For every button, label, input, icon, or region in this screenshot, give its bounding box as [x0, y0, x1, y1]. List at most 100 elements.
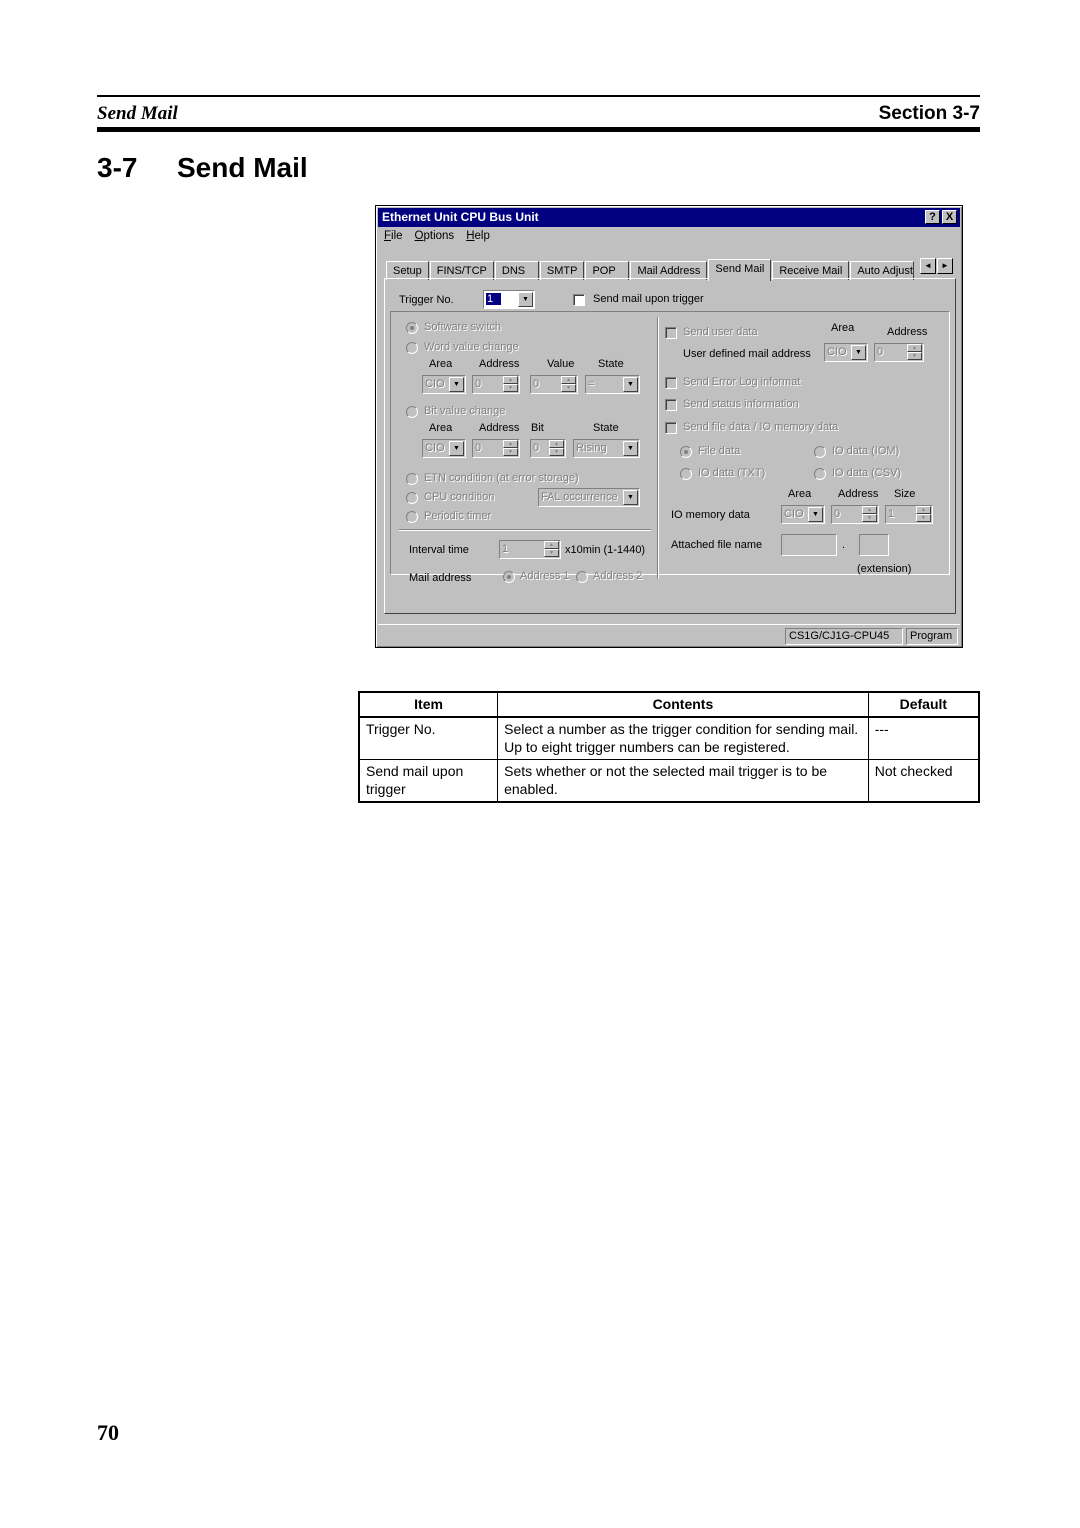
help-button[interactable]: ?	[925, 210, 940, 224]
section-heading: 3-7 Send Mail	[97, 152, 308, 184]
chevron-down-icon: ▼	[518, 292, 533, 307]
spin-up-icon[interactable]: ▲	[544, 541, 559, 549]
radio-software-switch[interactable]	[406, 322, 418, 334]
user-area-select[interactable]: CIO ▼	[824, 343, 868, 362]
user-address-col: Address	[887, 326, 928, 338]
send-file-data-checkbox[interactable]	[665, 422, 677, 434]
radio-io-csv[interactable]	[814, 468, 826, 480]
word-area-value: CIO	[425, 378, 445, 390]
spin-up-icon[interactable]: ▲	[561, 376, 576, 384]
bit-address-value: 0	[475, 442, 482, 454]
radio-bit-value-change[interactable]	[406, 406, 418, 418]
col-item: Item	[358, 691, 499, 718]
trigger-settings-group: Software switch Word value change Area A…	[390, 311, 950, 584]
spin-up-icon[interactable]: ▲	[503, 376, 518, 384]
cpu-condition-select[interactable]: FAL occurrence ▼	[538, 488, 640, 507]
radio-periodic-timer[interactable]	[406, 511, 418, 523]
io-iom-label: IO data (IOM)	[832, 445, 900, 457]
radio-address-1[interactable]	[503, 571, 515, 583]
word-address-spinner[interactable]: 0 ▲ ▼	[472, 375, 520, 394]
bit-address-spinner[interactable]: 0 ▲ ▼	[472, 439, 520, 458]
trigger-no-value: 1	[484, 292, 503, 306]
interval-unit-label: x10min (1-1440)	[565, 544, 646, 556]
io-address-spinner[interactable]: 0 ▲ ▼	[831, 505, 879, 524]
bit-bit-spinner[interactable]: 0 ▲ ▼	[530, 439, 566, 458]
bit-area-col: Area	[429, 422, 453, 434]
radio-word-value-change[interactable]	[406, 342, 418, 354]
menu-options[interactable]: Options	[415, 230, 455, 242]
chevron-down-icon: ▼	[623, 441, 638, 456]
interval-time-value: 1	[502, 543, 509, 555]
bit-state-select[interactable]: Rising ▼	[573, 439, 640, 458]
spin-down-icon[interactable]: ▼	[549, 448, 564, 456]
tab-scroll-left-icon[interactable]: ◄	[920, 258, 936, 274]
page-number: 70	[97, 1420, 119, 1445]
tab-strip: Setup FINS/TCP DNS SMTP POP Mail Address…	[386, 258, 915, 281]
send-user-data-checkbox[interactable]	[665, 327, 677, 339]
io-memory-label: IO memory data	[671, 509, 750, 521]
word-state-select[interactable]: = ▼	[585, 375, 640, 394]
tab-send-mail[interactable]: Send Mail	[708, 259, 772, 281]
radio-file-data[interactable]	[680, 446, 692, 458]
spin-down-icon[interactable]: ▼	[503, 448, 518, 456]
io-area-col: Area	[788, 488, 812, 500]
address-1-label: Address 1	[520, 570, 570, 582]
radio-address-2[interactable]	[576, 571, 588, 583]
radio-io-txt[interactable]	[680, 468, 692, 480]
spin-up-icon[interactable]: ▲	[916, 506, 931, 514]
menu-file[interactable]: File	[384, 230, 403, 242]
spin-down-icon[interactable]: ▼	[561, 384, 576, 392]
send-mail-panel: Trigger No. 1 ▼ Send mail upon trigger S…	[384, 278, 956, 614]
close-button[interactable]: X	[942, 210, 957, 224]
table-row: Send mail upon trigger Sets whether or n…	[358, 759, 980, 803]
word-value-spinner[interactable]: 0 ▲ ▼	[530, 375, 578, 394]
spin-up-icon[interactable]: ▲	[549, 440, 564, 448]
interval-time-label: Interval time	[409, 544, 469, 556]
spin-up-icon[interactable]: ▲	[907, 344, 922, 352]
mail-address-label: Mail address	[409, 572, 472, 584]
menu-bar: File Options Help	[384, 230, 490, 242]
spin-up-icon[interactable]: ▲	[503, 440, 518, 448]
header-rule-bottom	[97, 127, 980, 132]
divider	[399, 529, 651, 531]
send-error-log-checkbox[interactable]	[665, 377, 677, 389]
bit-area-select[interactable]: CIO ▼	[422, 439, 466, 458]
address-2-label: Address 2	[593, 570, 643, 582]
trigger-no-select[interactable]: 1 ▼	[483, 290, 535, 309]
spin-down-icon[interactable]: ▼	[503, 384, 518, 392]
interval-time-spinner[interactable]: 1 ▲ ▼	[499, 540, 561, 559]
spin-down-icon[interactable]: ▼	[907, 352, 922, 360]
radio-etn-condition[interactable]	[406, 473, 418, 485]
cell-contents: Select a number as the trigger condition…	[497, 716, 869, 760]
bit-bit-value: 0	[533, 442, 540, 454]
radio-io-iom[interactable]	[814, 446, 826, 458]
io-area-value: CIO	[784, 508, 804, 520]
send-upon-trigger-checkbox[interactable]	[573, 294, 585, 306]
attached-file-name-input[interactable]	[781, 534, 837, 556]
attached-file-extension-input[interactable]	[859, 534, 889, 556]
cpu-condition-value: FAL occurrence	[541, 491, 618, 503]
spin-down-icon[interactable]: ▼	[916, 514, 931, 522]
spin-down-icon[interactable]: ▼	[862, 514, 877, 522]
menu-help[interactable]: Help	[466, 230, 490, 242]
spin-down-icon[interactable]: ▼	[544, 549, 559, 557]
user-address-spinner[interactable]: 0 ▲ ▼	[874, 343, 924, 362]
section-title: Send Mail	[177, 152, 308, 183]
cell-item: Send mail upon trigger	[358, 759, 499, 803]
attached-file-label: Attached file name	[671, 539, 763, 551]
section-number: 3-7	[97, 152, 138, 183]
tab-scroll-right-icon[interactable]: ►	[937, 258, 953, 274]
word-area-select[interactable]: CIO ▼	[422, 375, 466, 394]
io-area-select[interactable]: CIO ▼	[781, 505, 825, 524]
send-status-checkbox[interactable]	[665, 399, 677, 411]
bit-bit-col: Bit	[531, 422, 544, 434]
file-data-label: File data	[698, 445, 741, 457]
io-size-spinner[interactable]: 1 ▲ ▼	[885, 505, 933, 524]
etn-condition-label: ETN condition (at error storage)	[424, 472, 579, 484]
word-address-col: Address	[479, 358, 520, 370]
word-state-value: =	[588, 378, 595, 390]
dot-separator: .	[842, 539, 846, 551]
spin-up-icon[interactable]: ▲	[862, 506, 877, 514]
word-state-col: State	[598, 358, 624, 370]
radio-cpu-condition[interactable]	[406, 492, 418, 504]
